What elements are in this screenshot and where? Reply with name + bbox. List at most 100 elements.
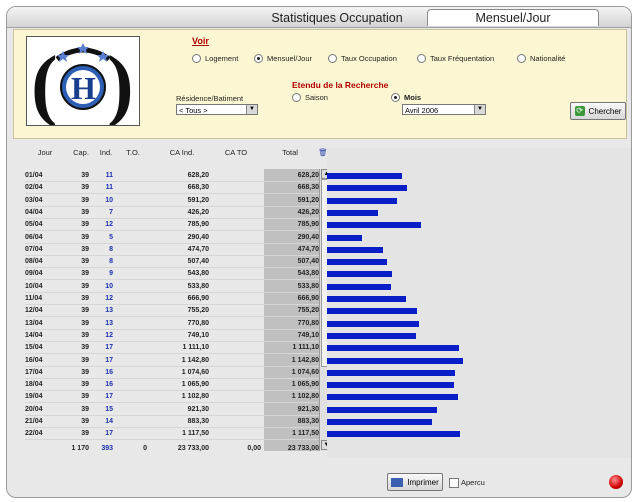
svg-text:(: ( xyxy=(31,41,58,125)
radio-taux-frequentation[interactable]: Taux Fréquentation xyxy=(417,54,494,63)
chart-bar xyxy=(327,209,378,216)
cell-jour: 20/04 xyxy=(25,405,43,413)
preview-checkbox[interactable] xyxy=(449,478,459,488)
row-divider xyxy=(25,267,319,269)
table-row[interactable]: 06/04 39 5 290,40 290,40 xyxy=(25,233,331,244)
radio-nationalite-dot[interactable] xyxy=(517,54,526,63)
cell-cap: 39 xyxy=(81,196,89,204)
cell-ca-ind: 1 074,60 xyxy=(181,368,209,376)
cell-ca-ind: 1 111,10 xyxy=(182,344,209,352)
table-row[interactable]: 14/04 39 12 749,10 749,10 xyxy=(25,331,331,342)
radio-mensuel-jour[interactable]: Mensuel/Jour xyxy=(254,54,312,63)
radio-nationalite[interactable]: Nationalité xyxy=(517,54,565,63)
table-row[interactable]: 16/04 39 17 1 142,80 1 142,80 xyxy=(25,356,331,367)
table-row[interactable]: 15/04 39 17 1 111,10 1 111,10 xyxy=(25,343,331,355)
cell-cap: 39 xyxy=(81,233,89,241)
radio-logement-dot[interactable] xyxy=(192,54,201,63)
cell-total: 666,90 xyxy=(297,295,319,302)
cell-ind: 17 xyxy=(105,356,113,364)
table-row[interactable]: 10/04 39 10 533,80 533,80 xyxy=(25,282,331,293)
radio-mois[interactable]: Mois xyxy=(391,93,421,102)
month-select[interactable]: Avril 2006 ▼ xyxy=(402,104,486,115)
cell-total: 785,90 xyxy=(297,221,319,229)
residence-label: Résidence/Batiment xyxy=(176,94,244,103)
table-row[interactable]: 19/04 39 17 1 102,80 1 102,80 xyxy=(25,392,331,404)
cell-total: 668,30 xyxy=(297,184,319,192)
search-button[interactable]: ⟳ Chercher xyxy=(570,102,626,120)
cell-ca-ind: 921,30 xyxy=(187,405,209,413)
row-divider xyxy=(25,230,319,232)
table-row[interactable]: 12/04 39 13 755,20 755,20 xyxy=(25,306,331,318)
residence-select[interactable]: < Tous > ▼ xyxy=(176,104,258,115)
cell-jour: 07/04 xyxy=(25,245,43,253)
col-ind: Ind. xyxy=(99,148,113,157)
table-row[interactable]: 20/04 39 15 921,30 921,30 xyxy=(25,405,331,416)
table-row[interactable]: 21/04 39 14 883,30 883,30 xyxy=(25,417,331,428)
table-row[interactable]: 01/04 39 11 628,20 628,20 xyxy=(25,171,331,182)
table-row[interactable]: 03/04 39 10 591,20 591,20 xyxy=(25,196,331,207)
chart-bar xyxy=(327,357,463,364)
cell-total: 290,40 xyxy=(297,233,319,241)
cell-cap: 39 xyxy=(81,258,89,266)
radio-mensuel-jour-label: Mensuel/Jour xyxy=(267,54,313,63)
cell-ca-ind: 507,40 xyxy=(187,258,209,266)
totals-row: 1 170 393 0 23 733,00 0,00 23 733,00 xyxy=(25,444,331,453)
tab-mensuel-jour[interactable]: Mensuel/Jour xyxy=(427,9,599,26)
radio-saison[interactable]: Saison xyxy=(292,93,328,102)
table-row[interactable]: 22/04 39 17 1 117,50 1 117,50 xyxy=(25,429,331,441)
table-row[interactable]: 04/04 39 7 426,20 426,20 xyxy=(25,208,331,219)
cell-total: 1 111,10 xyxy=(292,344,319,352)
radio-taux-frequentation-dot[interactable] xyxy=(417,54,426,63)
cell-jour: 15/04 xyxy=(25,344,43,352)
print-button-label: Imprimer xyxy=(407,477,439,487)
table-row[interactable]: 17/04 39 16 1 074,60 1 074,60 xyxy=(25,368,331,379)
radio-logement-label: Logement xyxy=(205,54,239,63)
cell-ind: 16 xyxy=(105,368,113,376)
cell-ca-ind: 883,30 xyxy=(187,418,209,425)
chart-bar xyxy=(327,259,388,266)
table-row[interactable]: 08/04 39 8 507,40 507,40 xyxy=(25,257,331,269)
cell-cap: 39 xyxy=(81,208,89,216)
table-row[interactable]: 13/04 39 13 770,80 770,80 xyxy=(25,319,331,330)
chart-bar xyxy=(327,246,384,253)
chevron-down-icon: ▼ xyxy=(474,105,485,114)
table-row[interactable]: 05/04 39 12 785,90 785,90 xyxy=(25,220,331,232)
radio-taux-occupation[interactable]: Taux Occupation xyxy=(328,54,397,63)
cell-total: 749,10 xyxy=(297,331,319,339)
table-row[interactable]: 09/04 39 9 543,80 543,80 xyxy=(25,269,331,281)
cell-jour: 22/04 xyxy=(25,430,43,438)
cell-ind: 7 xyxy=(109,208,113,216)
cell-total: 628,20 xyxy=(297,172,319,179)
cell-ind: 17 xyxy=(105,393,113,401)
radio-mensuel-jour-dot[interactable] xyxy=(254,54,263,63)
cell-jour: 17/04 xyxy=(25,368,43,376)
print-button[interactable]: Imprimer xyxy=(387,473,443,491)
close-icon[interactable] xyxy=(609,475,623,489)
col-to: T.O. xyxy=(126,148,140,157)
table-row[interactable]: 18/04 39 16 1 065,90 1 065,90 xyxy=(25,380,331,392)
month-select-value: Avril 2006 xyxy=(405,106,439,115)
cell-to-total: 0 xyxy=(143,444,147,452)
cell-cap: 39 xyxy=(81,184,89,192)
radio-taux-occupation-dot[interactable] xyxy=(328,54,337,63)
chart-bar xyxy=(327,431,460,438)
search-icon: ⟳ xyxy=(574,106,585,116)
cell-ind: 8 xyxy=(109,258,113,266)
radio-saison-label: Saison xyxy=(305,93,328,102)
cell-ca-ind: 1 117,50 xyxy=(182,430,209,438)
radio-mois-dot[interactable] xyxy=(391,93,400,102)
cell-jour: 02/04 xyxy=(25,184,43,192)
row-divider xyxy=(25,328,319,330)
radio-logement[interactable]: Logement xyxy=(192,54,238,63)
cell-ca-ind: 749,10 xyxy=(187,331,209,339)
cell-cap: 39 xyxy=(81,282,89,290)
tab-statistiques-occupation[interactable]: Statistiques Occupation xyxy=(251,9,423,27)
cell-ca-ind: 628,20 xyxy=(187,172,209,179)
table-row[interactable]: 11/04 39 12 666,90 666,90 xyxy=(25,294,331,305)
cell-ind: 5 xyxy=(109,233,113,241)
table-row[interactable]: 07/04 39 8 474,70 474,70 xyxy=(25,245,331,256)
radio-saison-dot[interactable] xyxy=(292,93,301,102)
cell-total: 921,30 xyxy=(297,405,319,413)
cell-ind: 11 xyxy=(105,184,113,192)
table-row[interactable]: 02/04 39 11 668,30 668,30 xyxy=(25,183,331,195)
